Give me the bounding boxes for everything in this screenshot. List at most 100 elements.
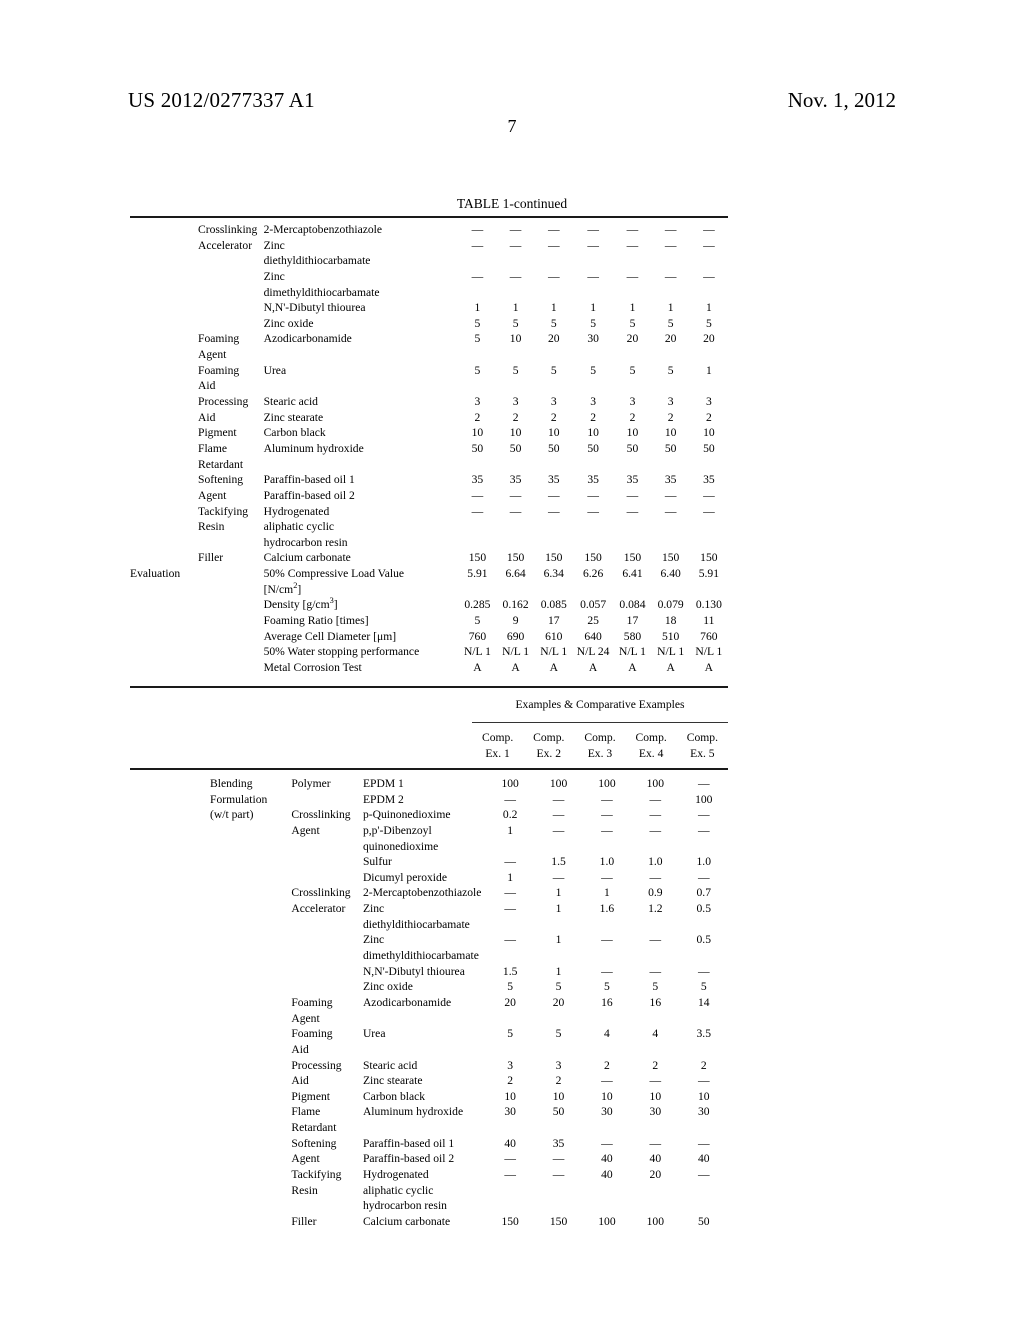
cell-value-3: — — [547, 504, 560, 518]
cell-value-4 — [631, 839, 679, 855]
cell-value-3: 150 — [545, 551, 563, 565]
cell-value-2 — [497, 285, 535, 301]
table-row: Flame Aluminum hydroxide 30 50 30 30 30 — [130, 1104, 728, 1120]
cell-value-3: — — [601, 1074, 613, 1088]
table2-span-header: Examples & Comparative Examples — [515, 698, 685, 711]
cell-value-4: 5 — [590, 363, 597, 377]
cell-value-7: 1 — [705, 363, 712, 377]
row-category-label: Agent — [291, 1011, 320, 1025]
cell-value-7: 3 — [705, 395, 712, 409]
row-group-label — [130, 964, 291, 980]
cell-value-1 — [458, 285, 496, 301]
row-item-label: Carbon black — [263, 426, 326, 440]
row-item-label: Aluminum hydroxide — [263, 441, 364, 455]
row-group-label — [130, 870, 291, 886]
table-row: Agent — [130, 1011, 728, 1027]
cell-value-4: — — [587, 223, 599, 236]
row-group-label: Filler — [198, 551, 224, 565]
row-group-label: Blending — [210, 777, 253, 790]
cell-value-1: 1 — [507, 870, 514, 884]
cell-value-7: 760 — [700, 629, 718, 643]
cell-value-5: A — [628, 660, 637, 674]
cell-value-4 — [631, 1011, 679, 1027]
cell-value-4: 25 — [587, 614, 599, 628]
cell-value-5: 5 — [629, 316, 636, 330]
row-category-label: Polymer — [291, 777, 331, 790]
table-row: Processing Stearic acid 3 3 3 3 3 3 3 — [130, 394, 728, 410]
table1-top-rule — [130, 216, 728, 218]
row-category-label — [291, 792, 363, 808]
cell-value-1: 2 — [474, 410, 481, 424]
row-item-label: Paraffin-based oil 1 — [362, 1136, 455, 1150]
cell-value-1: — — [471, 238, 484, 252]
cell-value-3: N/L 1 — [540, 645, 568, 659]
row-group-label: Crosslinking — [198, 223, 258, 236]
cell-value-1: 5.91 — [467, 567, 488, 581]
table-row: Dicumyl peroxide 1 — — — — — [130, 870, 728, 886]
cell-value-5 — [680, 1198, 728, 1214]
cell-value-3: A — [549, 660, 558, 674]
cell-value-2 — [497, 457, 535, 473]
cell-value-6 — [652, 457, 690, 473]
table-row: Zinc oxide 5 5 5 5 5 — [130, 979, 728, 995]
table-row: Foaming Ratio [times] 5 9 17 25 17 18 11 — [130, 613, 728, 629]
table-row: N,N'-Dibutyl thiourea 1.5 1 — — — — [130, 964, 728, 980]
row-group-label — [130, 316, 264, 332]
cell-value-4: 50 — [587, 441, 599, 455]
cell-value-3: — — [601, 823, 613, 837]
column-header-2-line1: Comp. — [533, 731, 565, 744]
cell-value-6 — [652, 253, 690, 269]
cell-value-2: 2 — [512, 410, 519, 424]
row-group-label — [130, 932, 291, 948]
cell-value-5: — — [697, 870, 710, 884]
cell-value-5: — — [697, 823, 710, 837]
cell-value-1: — — [504, 933, 516, 947]
row-category-label: Filler — [291, 1214, 317, 1228]
table-row: Processing Stearic acid 3 3 2 2 2 — [130, 1058, 728, 1074]
column-header-5-line2: Ex. 5 — [690, 746, 715, 760]
cell-value-3: — — [601, 964, 613, 978]
cell-value-6: 6.40 — [660, 567, 681, 581]
table2-column-headers: Comp. Comp. Comp. Comp. Comp. Ex. 1 Ex. 2 Ex. 3… — [472, 730, 728, 761]
cell-value-6: 3 — [667, 395, 674, 409]
cell-value-3: 6.34 — [543, 567, 564, 581]
row-item-label: dimethyldithiocarbamate — [263, 285, 380, 299]
table-row: hydrocarbon resin — [130, 1198, 728, 1214]
row-item-label: diethyldithiocarbamate — [362, 917, 470, 931]
row-group-label — [130, 1089, 291, 1105]
cell-value-4: 3 — [590, 395, 597, 409]
row-item-label: Zinc — [362, 902, 385, 916]
publication-number: US 2012/0277337 A1 — [128, 88, 315, 112]
cell-value-5: 2 — [700, 1058, 707, 1072]
row-category-label — [291, 1198, 363, 1214]
cell-value-5 — [613, 253, 651, 269]
cell-value-1 — [458, 535, 496, 551]
cell-value-3: — — [601, 1136, 613, 1150]
cell-value-4: 16 — [649, 995, 662, 1009]
cell-value-3 — [535, 347, 573, 363]
row-group-label — [130, 644, 264, 660]
cell-value-6 — [652, 582, 690, 598]
row-category-label — [291, 979, 363, 995]
cell-value-5: — — [626, 504, 639, 518]
cell-value-1: 100 — [501, 777, 519, 790]
cell-value-1: — — [504, 1152, 516, 1166]
cell-value-3: 10 — [547, 426, 560, 440]
cell-value-2: 1.5 — [551, 855, 566, 869]
row-group-label — [130, 823, 291, 839]
row-group-label: Agent — [198, 348, 227, 362]
cell-value-3 — [583, 917, 631, 933]
row-item-label: Stearic acid — [362, 1058, 418, 1072]
cell-value-3: 16 — [601, 995, 613, 1009]
column-header-4-line2: Ex. 4 — [638, 746, 664, 760]
cell-value-4: — — [587, 504, 599, 518]
row-category-label — [291, 854, 363, 870]
cell-value-2: 100 — [549, 777, 568, 790]
table-row: Density [g/cm3] 0.285 0.162 0.085 0.057 0.084… — [130, 597, 728, 613]
row-item-label: Azodicarbonamide — [362, 995, 452, 1009]
row-item-label: p-Quinonedioxime — [362, 808, 451, 822]
row-group-label — [130, 1183, 291, 1199]
row-group-label — [130, 979, 291, 995]
row-group-label: Aid — [198, 379, 216, 393]
cell-value-3 — [535, 253, 573, 269]
